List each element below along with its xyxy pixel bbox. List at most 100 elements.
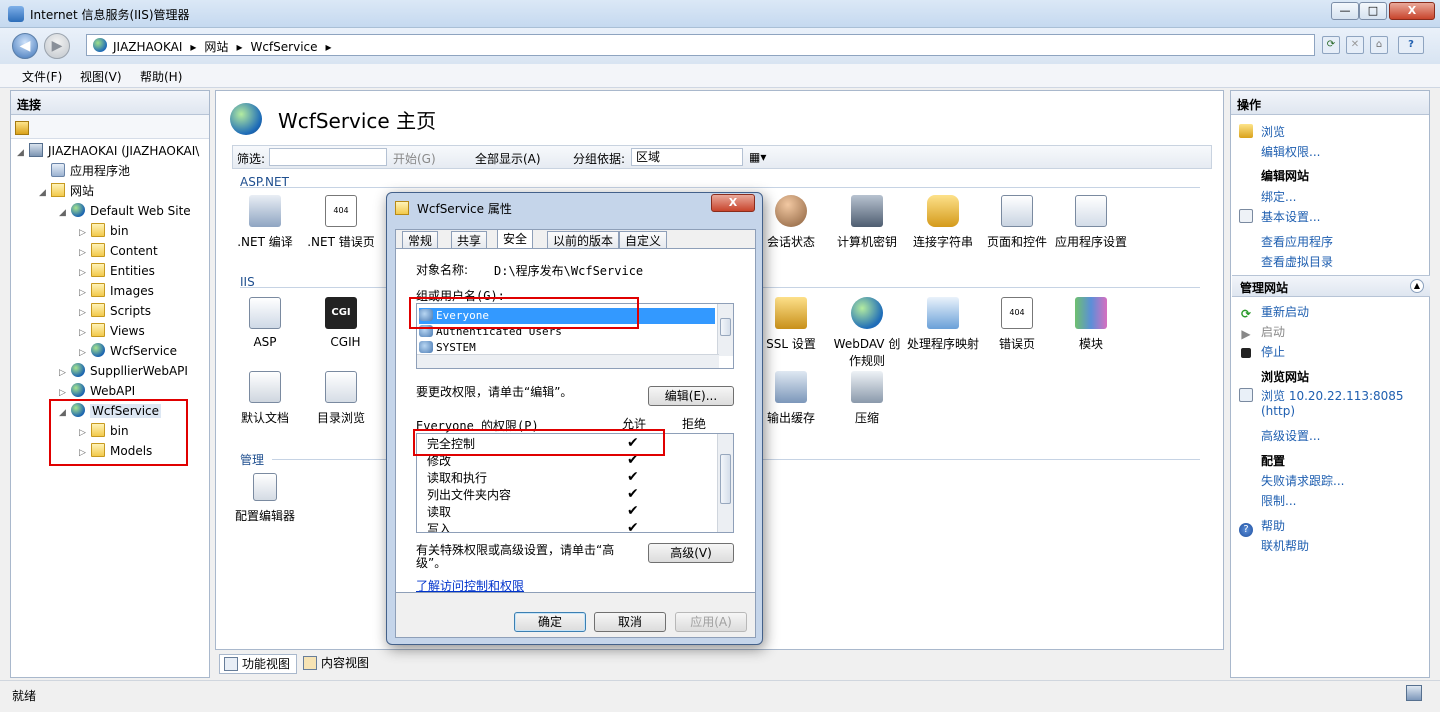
restart-link[interactable]: ⟳ 重新启动: [1239, 303, 1309, 321]
crumb-sites[interactable]: 网站: [204, 40, 228, 54]
feature-ssl-settings[interactable]: SSL 设置: [752, 297, 830, 352]
feature-net-compile[interactable]: .NET 编译: [226, 195, 304, 250]
tree-expander-icon[interactable]: ▷: [79, 283, 91, 303]
tree-item[interactable]: ▷ WcfService: [79, 341, 177, 361]
tree-expander-icon[interactable]: ▷: [79, 323, 91, 343]
feature-compression[interactable]: 压缩: [828, 371, 906, 426]
feature-cgi[interactable]: CGI CGI: [302, 297, 380, 349]
back-button[interactable]: ◀: [12, 33, 38, 59]
browse-url-link[interactable]: 浏览 10.20.22.113:8085: [1239, 387, 1404, 404]
feature-config-editor[interactable]: 配置编辑器: [226, 473, 304, 524]
menu-view[interactable]: 视图(V): [80, 68, 122, 85]
tree-expander-icon[interactable]: ◢: [17, 143, 29, 163]
feature-connection-strings[interactable]: 连接字符串: [904, 195, 982, 250]
show-all-button[interactable]: 全部显示(A): [475, 150, 541, 167]
maximize-button[interactable]: □: [1359, 2, 1387, 20]
feature-webdav[interactable]: WebDAV 创作规则: [828, 297, 906, 369]
address-breadcrumb[interactable]: JIAZHAOKAI ▸ 网站 ▸ WcfService ▸: [86, 34, 1315, 56]
basic-settings-link[interactable]: 基本设置...: [1239, 208, 1320, 225]
tree-expander-icon[interactable]: ▷: [79, 343, 91, 363]
edit-permissions-link[interactable]: 编辑权限...: [1261, 143, 1320, 160]
group-by-select[interactable]: 区域: [631, 148, 743, 166]
minimize-button[interactable]: —: [1331, 2, 1359, 20]
menu-help[interactable]: 帮助(H): [140, 68, 182, 85]
tree-item[interactable]: ▷ Scripts: [79, 301, 151, 321]
dialog-close-button[interactable]: X: [711, 194, 755, 212]
feature-partial[interactable]: H: [346, 335, 366, 349]
tree-expander-icon[interactable]: ◢: [39, 183, 51, 203]
feature-session-state[interactable]: 会话状态: [752, 195, 830, 250]
feature-pages-controls[interactable]: 页面和控件: [978, 195, 1056, 250]
tree-item[interactable]: ◢ JIAZHAOKAI (JIAZHAOKAI\: [17, 141, 199, 161]
users-hscrollbar[interactable]: [417, 354, 719, 368]
tree-item[interactable]: ▷ Images: [79, 281, 154, 301]
view-applications-link[interactable]: 查看应用程序: [1261, 233, 1333, 250]
stop-link[interactable]: 停止: [1239, 343, 1285, 360]
tree-expander-icon[interactable]: ▷: [79, 223, 91, 243]
failed-request-link[interactable]: 失败请求跟踪...: [1261, 472, 1344, 489]
scroll-thumb[interactable]: [720, 454, 731, 504]
close-button[interactable]: X: [1389, 2, 1435, 20]
view-toggle-icon[interactable]: ▦▾: [749, 150, 766, 164]
tree-item[interactable]: 应用程序池: [39, 161, 130, 181]
forward-button[interactable]: ▶: [44, 33, 70, 59]
tab-content-view[interactable]: 内容视图: [299, 654, 377, 674]
tree-item[interactable]: ▷ Views: [79, 321, 145, 341]
feature-net-error-pages[interactable]: 404 .NET 错误页: [302, 195, 380, 250]
feature-machine-key[interactable]: 计算机密钥: [828, 195, 906, 250]
crumb-server[interactable]: JIAZHAOKAI: [113, 40, 182, 54]
home-icon[interactable]: ⌂: [1370, 36, 1388, 54]
start-link[interactable]: ▶ 启动: [1239, 323, 1285, 341]
crumb-sep[interactable]: ▸: [326, 40, 332, 54]
feature-asp[interactable]: ASP: [226, 297, 304, 349]
tree-expander-icon[interactable]: ▷: [79, 243, 91, 263]
crumb-sep[interactable]: ▸: [190, 40, 196, 54]
tree-item[interactable]: ▷ Entities: [79, 261, 155, 281]
tree-expander-icon[interactable]: ◢: [59, 203, 71, 223]
users-vscrollbar[interactable]: [717, 304, 733, 356]
bindings-link[interactable]: 绑定...: [1261, 188, 1296, 205]
feature-error-pages[interactable]: 404 错误页: [978, 297, 1056, 352]
tree-item[interactable]: ◢ 网站: [39, 181, 94, 201]
feature-handler-mappings[interactable]: 处理程序映射: [904, 297, 982, 352]
ok-button[interactable]: 确定: [514, 612, 586, 632]
tree-item[interactable]: ▷ WebAPI: [59, 381, 135, 401]
help-icon[interactable]: ?: [1398, 36, 1424, 54]
view-vdirs-link[interactable]: 查看虚拟目录: [1261, 253, 1333, 270]
feature-output-cache[interactable]: 输出缓存: [752, 371, 830, 426]
advanced-settings-link[interactable]: 高级设置...: [1261, 427, 1320, 444]
filter-input[interactable]: [269, 148, 387, 166]
browse-link[interactable]: 浏览: [1239, 123, 1285, 140]
scroll-thumb[interactable]: [720, 318, 731, 336]
limits-link[interactable]: 限制...: [1261, 492, 1296, 509]
feature-directory-browsing[interactable]: 目录浏览: [302, 371, 380, 426]
menu-file[interactable]: 文件(F): [22, 68, 62, 85]
online-help-link[interactable]: 联机帮助: [1261, 537, 1309, 554]
tree-expander-icon[interactable]: ▷: [79, 263, 91, 283]
edit-button[interactable]: 编辑(E)...: [648, 386, 734, 406]
tree-item[interactable]: ▷ Content: [79, 241, 158, 261]
feature-modules[interactable]: 模块: [1052, 297, 1130, 352]
cancel-button[interactable]: 取消: [594, 612, 666, 632]
learn-access-control-link[interactable]: 了解访问控制和权限: [416, 577, 524, 594]
feature-default-document[interactable]: 默认文档: [226, 371, 304, 426]
refresh-icon[interactable]: ⟳: [1322, 36, 1340, 54]
advanced-button[interactable]: 高级(V): [648, 543, 734, 563]
tab-features-view[interactable]: 功能视图: [219, 654, 297, 674]
tree-item[interactable]: ▷ SuppllierWebAPI: [59, 361, 188, 381]
crumb-wcfservice[interactable]: WcfService: [250, 40, 317, 54]
apply-button[interactable]: 应用(A): [675, 612, 747, 632]
tree-item[interactable]: ◢ Default Web Site: [59, 201, 191, 221]
crumb-sep[interactable]: ▸: [236, 40, 242, 54]
tree-expander-icon[interactable]: ▷: [79, 303, 91, 323]
tree-expander-icon[interactable]: ▷: [59, 363, 71, 383]
stop-icon[interactable]: ✕: [1346, 36, 1364, 54]
help-link[interactable]: ? 帮助: [1239, 517, 1285, 537]
permissions-vscrollbar[interactable]: [717, 434, 733, 532]
browse-protocol[interactable]: (http): [1261, 404, 1295, 418]
up-folder-icon[interactable]: [15, 121, 29, 135]
feature-app-settings[interactable]: 应用程序设置: [1052, 195, 1130, 250]
start-button[interactable]: 开始(G): [393, 150, 436, 167]
tree-item[interactable]: ▷ bin: [79, 221, 129, 241]
collapse-icon[interactable]: ▲: [1410, 279, 1424, 293]
